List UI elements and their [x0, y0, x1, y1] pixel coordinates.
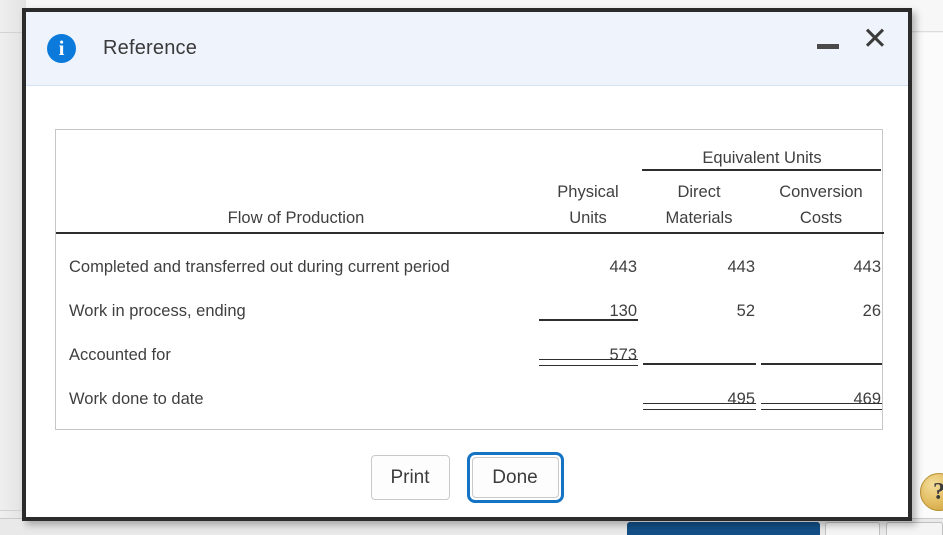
row-dm-work-done: 495: [640, 365, 758, 410]
dialog-footer: Print Done: [26, 452, 908, 503]
column-header-direct-line2: Materials: [665, 209, 733, 227]
table-row: Work done to date 495 469: [56, 365, 884, 410]
column-header-physical-line1: Physical: [557, 183, 619, 201]
row-dm-accounted-for: [640, 321, 758, 365]
done-button[interactable]: Done: [471, 457, 559, 498]
column-header-flow-of-production: Flow of Production: [227, 209, 365, 227]
row-cc-work-done: 469: [758, 365, 884, 410]
table-row: Completed and transferred out during cur…: [56, 233, 884, 277]
background-secondary-button-1[interactable]: [825, 522, 880, 535]
reference-dialog: i Reference ✕ Equivalent Units Physical …: [22, 8, 912, 521]
reference-table-card: Equivalent Units Physical Direct Convers…: [55, 129, 885, 430]
close-icon[interactable]: ✕: [859, 23, 891, 58]
column-header-conversion-line1: Conversion: [779, 183, 863, 201]
row-label-completed: Completed and transferred out during cur…: [69, 258, 450, 276]
row-dm-wip-ending: 52: [736, 302, 755, 320]
window-controls: ✕: [813, 23, 891, 58]
row-label-work-done-to-date: Work done to date: [69, 390, 204, 408]
row-physical-completed: 443: [609, 258, 637, 276]
row-label-accounted-for: Accounted for: [69, 346, 171, 364]
table-header-row-2: Flow of Production Units Materials Costs: [56, 202, 884, 232]
table-group-header-row: Equivalent Units: [56, 130, 884, 171]
dialog-title: Reference: [103, 37, 198, 59]
table-header-row-1: Physical Direct Conversion: [56, 168, 884, 202]
column-header-direct-line1: Direct: [677, 183, 721, 201]
screen: ? i Reference ✕: [0, 0, 943, 535]
row-physical-work-done: [536, 365, 640, 409]
row-physical-wip-ending: 130: [536, 277, 640, 321]
done-button-focus-ring: Done: [466, 452, 564, 503]
row-label-wip-ending: Work in process, ending: [69, 302, 246, 320]
group-header-label: Equivalent Units: [702, 149, 822, 167]
table-row: Accounted for 573: [56, 321, 884, 366]
table-row: Work in process, ending 130 52 26: [56, 277, 884, 321]
background-primary-button[interactable]: [627, 522, 820, 535]
column-header-conversion-line2: Costs: [799, 209, 843, 227]
print-button[interactable]: Print: [370, 455, 450, 500]
background-secondary-button-2[interactable]: [886, 522, 943, 535]
row-dm-completed: 443: [727, 258, 755, 276]
spacer-cell: [536, 130, 640, 168]
group-header-equivalent-units: Equivalent Units: [640, 130, 884, 171]
equivalent-units-table: Equivalent Units Physical Direct Convers…: [56, 130, 885, 410]
row-physical-accounted-for: 573: [536, 321, 640, 366]
info-icon: i: [47, 34, 76, 63]
dialog-titlebar: i Reference ✕: [26, 12, 908, 86]
row-cc-completed: 443: [853, 258, 882, 276]
spacer-cell: [56, 130, 536, 168]
spacer-cell: [56, 168, 536, 202]
group-header-rule: [642, 169, 882, 171]
row-cc-wip-ending: 26: [862, 302, 882, 320]
column-header-physical-line2: Units: [569, 209, 607, 227]
row-cc-accounted-for: [758, 321, 884, 365]
minimize-button[interactable]: [813, 24, 843, 54]
